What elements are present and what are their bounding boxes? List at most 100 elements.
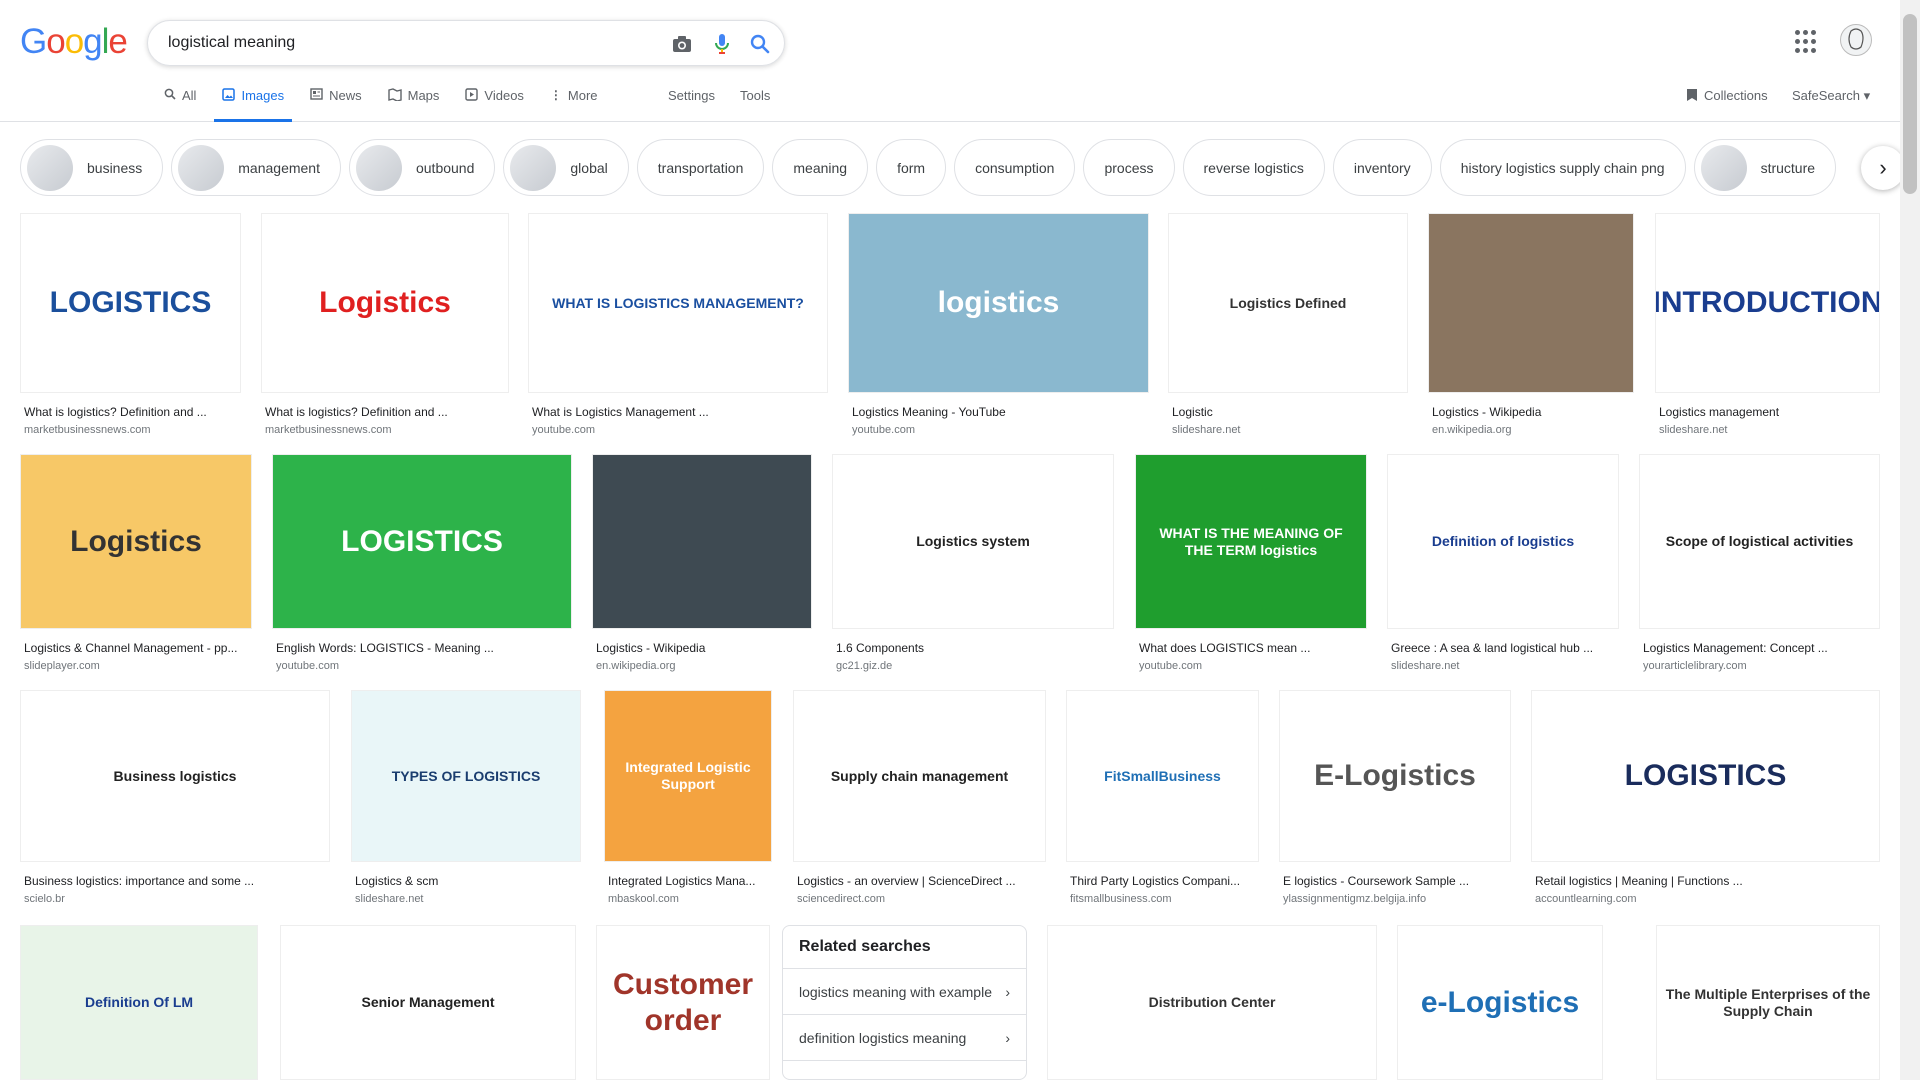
tab-maps[interactable]: Maps	[387, 88, 439, 122]
image-result[interactable]: TYPES OF LOGISTICS Logistics & scm slidesh…	[351, 690, 581, 908]
image-result[interactable]: Business logistics Business logistics: im…	[20, 690, 330, 908]
result-thumbnail[interactable]: Customer order	[596, 925, 770, 1080]
filter-chip[interactable]: meaning	[772, 139, 869, 196]
result-title[interactable]: Logistics - Wikipedia	[596, 641, 808, 655]
filter-chip[interactable]: structure	[1693, 139, 1837, 196]
chevron-right-icon[interactable]: ›	[1861, 146, 1905, 190]
result-title[interactable]: Logistics Meaning - YouTube	[852, 405, 1145, 419]
filter-chip[interactable]: consumption	[954, 139, 1076, 196]
result-source[interactable]: en.wikipedia.org	[596, 660, 808, 672]
tab-all[interactable]: All	[164, 88, 196, 122]
result-source[interactable]: youtube.com	[532, 424, 824, 436]
result-source[interactable]: slideshare.net	[355, 893, 577, 905]
result-thumbnail[interactable]: The Multiple Enterprises of the Supply C…	[1656, 925, 1880, 1080]
image-result[interactable]: E-Logistics E logistics - Coursework Samp…	[1279, 690, 1511, 908]
image-result[interactable]: LOGISTICS Retail logistics | Meaning | Fu…	[1531, 690, 1880, 908]
search-input[interactable]: logistical meaning	[168, 34, 295, 52]
result-thumbnail[interactable]: WHAT IS LOGISTICS MANAGEMENT?	[528, 213, 828, 393]
search-box[interactable]: logistical meaning	[147, 20, 785, 66]
result-thumbnail[interactable]: Logistics system	[832, 454, 1114, 629]
image-result[interactable]: e-Logistics	[1397, 925, 1603, 1080]
image-result[interactable]: Supply chain management Logistics - an ov…	[793, 690, 1046, 908]
result-thumbnail[interactable]: e-Logistics	[1397, 925, 1603, 1080]
image-result[interactable]: Logistics system 1.6 Components gc21.giz.d…	[832, 454, 1114, 675]
result-source[interactable]: marketbusinessnews.com	[24, 424, 237, 436]
result-source[interactable]: fitsmallbusiness.com	[1070, 893, 1255, 905]
result-thumbnail[interactable]: Scope of logistical activities	[1639, 454, 1880, 629]
avatar[interactable]	[1840, 24, 1872, 56]
filter-chip[interactable]: global	[503, 139, 629, 196]
result-source[interactable]: youtube.com	[1139, 660, 1363, 672]
image-result[interactable]: Definition of logistics Greece : A sea & …	[1387, 454, 1619, 675]
settings-link[interactable]: Settings	[668, 88, 715, 103]
image-result[interactable]: WHAT IS LOGISTICS MANAGEMENT? What is Log…	[528, 213, 828, 439]
result-source[interactable]: en.wikipedia.org	[1432, 424, 1630, 436]
tools-link[interactable]: Tools	[740, 88, 770, 103]
result-title[interactable]: Logistics - an overview | ScienceDirect …	[797, 874, 1042, 888]
filter-chip[interactable]: inventory	[1332, 139, 1432, 196]
search-icon[interactable]	[748, 32, 772, 56]
result-source[interactable]: yourarticlelibrary.com	[1643, 660, 1876, 672]
filter-chip[interactable]: history logistics supply chain png	[1439, 139, 1686, 196]
result-thumbnail[interactable]: LOGISTICS	[20, 213, 241, 393]
mic-icon[interactable]	[710, 32, 734, 56]
image-result[interactable]: Definition Of LM	[20, 925, 258, 1080]
result-thumbnail[interactable]: LOGISTICS	[1531, 690, 1880, 862]
filter-chip[interactable]: reverse logistics	[1182, 139, 1325, 196]
result-source[interactable]: gc21.giz.de	[836, 660, 1110, 672]
result-title[interactable]: English Words: LOGISTICS - Meaning ...	[276, 641, 568, 655]
result-thumbnail[interactable]: INTRODUCTION	[1655, 213, 1880, 393]
image-result[interactable]: The Multiple Enterprises of the Supply C…	[1656, 925, 1880, 1080]
filter-chip[interactable]: management	[171, 139, 341, 196]
result-thumbnail[interactable]: Integrated Logistic Support	[604, 690, 772, 862]
result-thumbnail[interactable]: Definition of logistics	[1387, 454, 1619, 629]
result-thumbnail[interactable]: Logistics	[261, 213, 509, 393]
scrollbar-thumb[interactable]	[1903, 14, 1917, 194]
image-result[interactable]: Senior Management	[280, 925, 576, 1080]
result-title[interactable]: Integrated Logistics Mana...	[608, 874, 768, 888]
image-result[interactable]: Logistics - Wikipedia en.wikipedia.org	[592, 454, 812, 675]
result-thumbnail[interactable]: Logistics Defined	[1168, 213, 1408, 393]
filter-chip[interactable]: outbound	[348, 139, 496, 196]
image-result[interactable]: logistics Logistics Meaning - YouTube yout…	[848, 213, 1149, 439]
result-thumbnail[interactable]: Distribution Center	[1047, 925, 1377, 1080]
image-result[interactable]: Logistics - Wikipedia en.wikipedia.org	[1428, 213, 1634, 439]
image-result[interactable]: WHAT IS THE MEANING OF THE TERM logistic…	[1135, 454, 1367, 675]
result-source[interactable]: slideshare.net	[1391, 660, 1615, 672]
result-title[interactable]: 1.6 Components	[836, 641, 1110, 655]
result-title[interactable]: Logistics management	[1659, 405, 1876, 419]
safesearch-dropdown[interactable]: SafeSearch ▾	[1792, 88, 1870, 104]
result-title[interactable]: Third Party Logistics Compani...	[1070, 874, 1255, 888]
image-result[interactable]: Distribution Center	[1047, 925, 1377, 1080]
result-title[interactable]: What is Logistics Management ...	[532, 405, 824, 419]
filter-chip[interactable]: process	[1083, 139, 1175, 196]
tab-images[interactable]: Images	[214, 88, 293, 122]
tab-news[interactable]: News	[310, 88, 362, 122]
image-result[interactable]: Logistics Defined Logistic slideshare.net	[1168, 213, 1408, 439]
camera-icon[interactable]	[670, 32, 694, 56]
related-search-item[interactable]: definition logistics meaning ›	[783, 1014, 1026, 1060]
apps-grid-icon[interactable]	[1795, 30, 1819, 54]
image-result[interactable]: Integrated Logistic Support Integrated Lo…	[604, 690, 772, 908]
image-result[interactable]: FitSmallBusiness Third Party Logistics Co…	[1066, 690, 1259, 908]
result-title[interactable]: Logistics & scm	[355, 874, 577, 888]
result-title[interactable]: Logistics Management: Concept ...	[1643, 641, 1876, 655]
result-title[interactable]: Retail logistics | Meaning | Functions .…	[1535, 874, 1876, 888]
result-source[interactable]: ylassignmentigmz.belgija.info	[1283, 893, 1507, 905]
related-search-item[interactable]: logistics meaning with example ›	[783, 968, 1026, 1014]
result-thumbnail[interactable]: TYPES OF LOGISTICS	[351, 690, 581, 862]
result-thumbnail[interactable]	[1428, 213, 1634, 393]
result-source[interactable]: slideplayer.com	[24, 660, 248, 672]
result-thumbnail[interactable]: Definition Of LM	[20, 925, 258, 1080]
related-search-item[interactable]	[783, 1060, 1026, 1079]
tab-videos[interactable]: Videos	[465, 88, 524, 122]
image-result[interactable]: LOGISTICS What is logistics? Definition a…	[20, 213, 241, 439]
result-thumbnail[interactable]: E-Logistics	[1279, 690, 1511, 862]
result-title[interactable]: Logistics - Wikipedia	[1432, 405, 1630, 419]
filter-chip[interactable]: business	[20, 139, 164, 196]
result-source[interactable]: marketbusinessnews.com	[265, 424, 505, 436]
result-title[interactable]: Business logistics: importance and some …	[24, 874, 326, 888]
result-title[interactable]: What does LOGISTICS mean ...	[1139, 641, 1363, 655]
result-source[interactable]: accountlearning.com	[1535, 893, 1876, 905]
result-thumbnail[interactable]: logistics	[848, 213, 1149, 393]
